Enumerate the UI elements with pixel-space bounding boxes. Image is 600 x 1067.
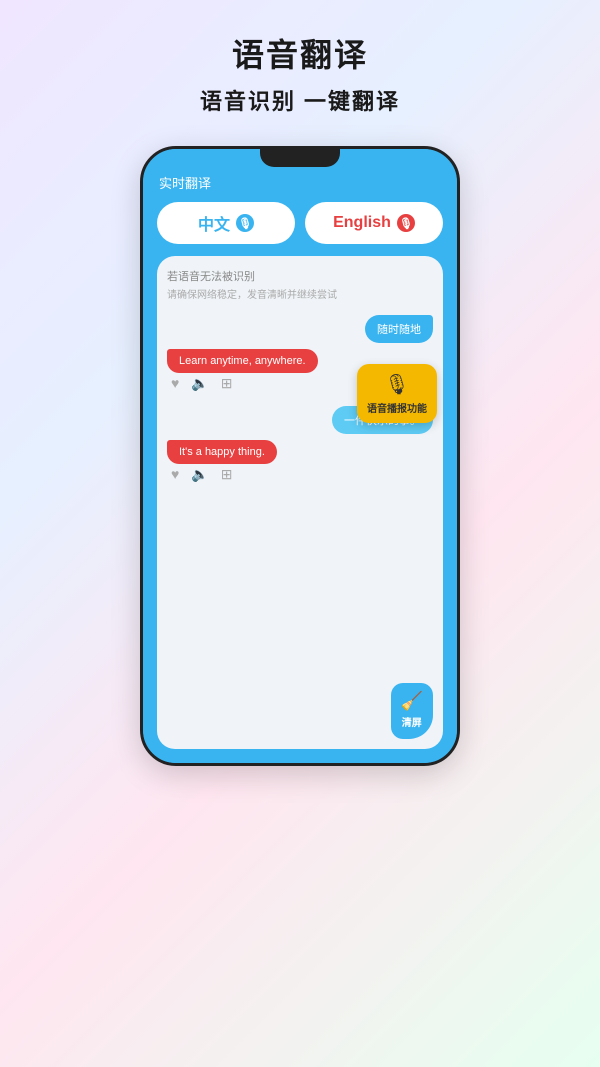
lang-button-zh[interactable]: 中文 🎙 [157, 202, 295, 244]
action-icons-2: ♥ 🔈 ⊞ [171, 466, 232, 483]
lang-en-label: English [333, 214, 391, 232]
mic-icon-zh: 🎙 [236, 214, 254, 232]
app-header-title: 实时翻译 [157, 173, 443, 192]
error-message-sub: 请确保网络稳定，发音清晰并继续尝试 [167, 286, 433, 301]
message-group-1: 随时随地 [167, 315, 433, 345]
lang-button-en[interactable]: English 🎙 [305, 202, 443, 244]
bubble-left-1: Learn anytime, anywhere. [167, 349, 318, 373]
phone-notch [260, 149, 340, 167]
tooltip-label: 语音播报功能 [367, 400, 427, 415]
clean-label: 清屏 [402, 714, 422, 729]
message-group-2-translation: It's a happy thing. ♥ 🔈 ⊞ [167, 440, 433, 493]
broom-icon: 🧹 [401, 691, 423, 712]
speaker-icon-1[interactable]: 🔈 [191, 375, 208, 392]
lang-zh-label: 中文 [198, 211, 230, 235]
copy-icon-1[interactable]: ⊞ [221, 375, 233, 392]
speaker-icon-2[interactable]: 🔈 [191, 466, 208, 483]
page-subtitle: 语音识别 一键翻译 [200, 84, 400, 116]
page-title: 语音翻译 [232, 30, 368, 76]
phone-frame: 实时翻译 中文 🎙 English 🎙 若语音无法被识别 请确保网络稳定，发音清… [140, 146, 460, 766]
heart-icon-2[interactable]: ♥ [171, 466, 179, 483]
lang-buttons-row: 中文 🎙 English 🎙 [157, 202, 443, 244]
heart-icon-1[interactable]: ♥ [171, 375, 179, 392]
voice-tooltip: 🎙 语音播报功能 [357, 364, 437, 423]
chat-area: 若语音无法被识别 请确保网络稳定，发音清晰并继续尝试 随时随地 Learn an… [157, 256, 443, 749]
action-icons-1: ♥ 🔈 ⊞ [171, 375, 232, 392]
copy-icon-2[interactable]: ⊞ [221, 466, 233, 483]
bubble-right-1: 随时随地 [365, 315, 433, 343]
bubble-left-2: It's a happy thing. [167, 440, 277, 464]
clean-screen-button[interactable]: 🧹 清屏 [391, 683, 433, 739]
mic-icon-en: 🎙 [397, 214, 415, 232]
error-message-main: 若语音无法被识别 [167, 268, 433, 284]
tooltip-mic-icon: 🎙 [384, 372, 409, 397]
